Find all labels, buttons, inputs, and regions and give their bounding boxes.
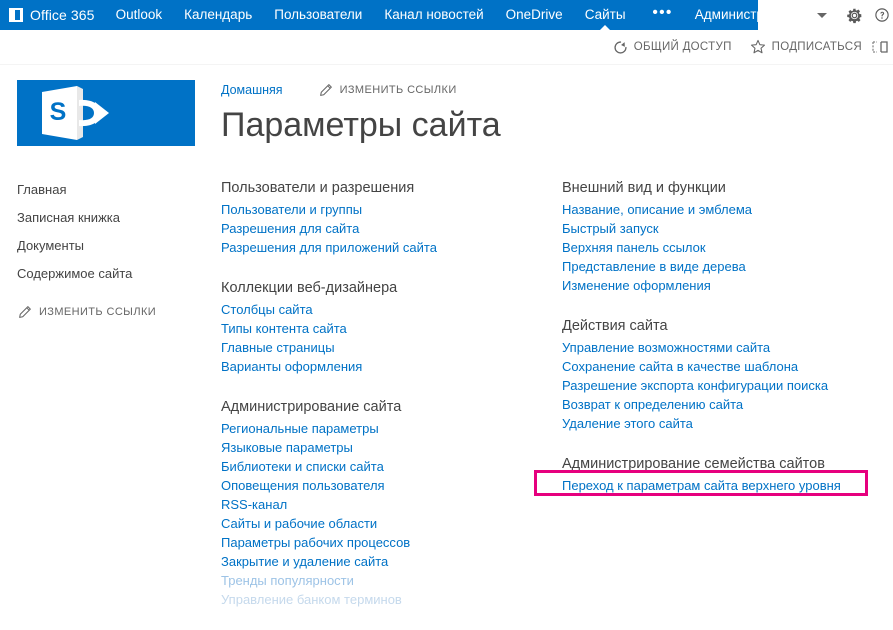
sidebar-edit-links-label: ИЗМЕНИТЬ ССЫЛКИ	[39, 306, 157, 318]
sidebar-item-documents[interactable]: Документы	[0, 231, 205, 259]
settings-link-библиотеки-и-списки-сайта[interactable]: Библиотеки и списки сайта	[221, 457, 541, 476]
caret-down-icon	[798, 11, 809, 17]
settings-column-left: Пользователи и разрешения Пользователи и …	[221, 178, 541, 630]
page-edit-links-label: ИЗМЕНИТЬ ССЫЛКИ	[339, 84, 457, 96]
page-header: Домашняя ИЗМЕНИТЬ ССЫЛКИ Параметры сайта	[221, 80, 501, 169]
settings-link-управление-банком-терминов: Управление банком терминов	[221, 592, 402, 607]
settings-link-название-описание-и-эмблема[interactable]: Название, описание и эмблема	[562, 200, 882, 219]
svg-text:S: S	[50, 98, 67, 126]
settings-group: Администрирование сайта Региональные пара…	[221, 397, 541, 609]
user-menu[interactable]: Администратор	[685, 0, 812, 30]
settings-link-изменение-оформления[interactable]: Изменение оформления	[562, 276, 882, 295]
pencil-icon	[319, 83, 333, 97]
settings-link-переход-к-параметрам-сайта-верхнего-уров[interactable]: Переход к параметрам сайта верхнего уров…	[562, 476, 882, 495]
settings-column-right: Внешний вид и функции Название, описание …	[562, 178, 882, 516]
settings-group: Пользователи и разрешения Пользователи и …	[221, 178, 541, 257]
suite-nav-newsfeed[interactable]: Канал новостей	[373, 0, 494, 30]
suite-nav-more-icon[interactable]: •••	[637, 0, 685, 30]
suite-nav-calendar[interactable]: Календарь	[173, 0, 263, 30]
page-edit-links-button[interactable]: ИЗМЕНИТЬ ССЫЛКИ	[319, 83, 457, 97]
settings-link-тренды-популярности[interactable]: Тренды популярности	[221, 571, 541, 590]
settings-link-типы-контента-сайта[interactable]: Типы контента сайта	[221, 319, 541, 338]
sidebar-edit-links-button[interactable]: ИЗМЕНИТЬ ССЫЛКИ	[0, 287, 205, 319]
sidebar-item-notebook[interactable]: Записная книжка	[0, 203, 205, 231]
settings-link-региональные-параметры[interactable]: Региональные параметры	[221, 419, 541, 438]
settings-link-главные-страницы[interactable]: Главные страницы	[221, 338, 541, 357]
suite-bar: Office 365 Outlook Календарь Пользовател…	[0, 0, 893, 31]
office365-brand[interactable]: Office 365	[0, 0, 105, 30]
settings-link-разрешения-для-сайта[interactable]: Разрешения для сайта	[221, 219, 541, 238]
settings-link-rss-канал[interactable]: RSS-канал	[221, 495, 541, 514]
help-icon[interactable]	[875, 4, 889, 26]
suite-nav-sites[interactable]: Сайты	[574, 0, 637, 31]
settings-link-оповещения-пользователя[interactable]: Оповещения пользователя	[221, 476, 541, 495]
share-button[interactable]: ОБЩИЙ ДОСТУП	[604, 30, 741, 65]
sidebar-item-site-contents[interactable]: Содержимое сайта	[0, 259, 205, 287]
sidebar-item-home[interactable]: Главная	[0, 175, 205, 203]
settings-group: Администрирование семейства сайтов Перехо…	[562, 454, 882, 495]
share-button-label: ОБЩИЙ ДОСТУП	[633, 41, 732, 53]
settings-link-разрешение-экспорта-конфигурации-поиска[interactable]: Разрешение экспорта конфигурации поиска	[562, 376, 882, 395]
left-navigation-list: Главная Записная книжка Документы Содерж…	[0, 175, 205, 319]
settings-group-title: Внешний вид и функции	[562, 180, 726, 196]
settings-link-сохранение-сайта-в-качестве-шаблона[interactable]: Сохранение сайта в качестве шаблона	[562, 357, 882, 376]
office-tile-icon	[9, 8, 23, 22]
suite-nav-people[interactable]: Пользователи	[263, 0, 373, 30]
settings-link-разрешения-для-приложений-сайта[interactable]: Разрешения для приложений сайта	[221, 238, 541, 257]
settings-link-управление-возможностями-сайта[interactable]: Управление возможностями сайта	[562, 338, 882, 357]
settings-link-представление-в-виде-дерева[interactable]: Представление в виде дерева	[562, 257, 882, 276]
page-title: Параметры сайта	[221, 106, 501, 144]
settings-group-title: Администрирование сайта	[221, 399, 402, 415]
left-navigation: S Главная Записная книжка Документы Соде…	[0, 65, 205, 602]
settings-link-быстрый-запуск[interactable]: Быстрый запуск	[562, 219, 882, 238]
suite-nav-onedrive[interactable]: OneDrive	[495, 0, 574, 30]
settings-group-title: Действия сайта	[562, 318, 668, 334]
page-action-bar: ОБЩИЙ ДОСТУП ПОДПИСАТЬСЯ	[0, 30, 893, 65]
settings-link-варианты-оформления[interactable]: Варианты оформления	[221, 357, 541, 376]
settings-link-параметры-рабочих-процессов[interactable]: Параметры рабочих процессов	[221, 533, 541, 552]
gear-icon[interactable]	[843, 4, 865, 26]
follow-button[interactable]: ПОДПИСАТЬСЯ	[741, 30, 871, 65]
settings-group-title: Коллекции веб-дизайнера	[221, 280, 398, 296]
breadcrumb-home-link[interactable]: Домашняя	[221, 83, 283, 97]
suite-bar-blue-region: Office 365 Outlook Календарь Пользовател…	[0, 0, 809, 31]
focus-on-content-icon[interactable]	[871, 30, 893, 65]
user-menu-label: Администратор	[694, 7, 793, 22]
caret-down-icon[interactable]	[817, 12, 827, 18]
settings-link-верхняя-панель-ссылок[interactable]: Верхняя панель ссылок	[562, 238, 882, 257]
settings-link-удаление-этого-сайта[interactable]: Удаление этого сайта	[562, 414, 882, 433]
settings-link-сайты-и-рабочие-области[interactable]: Сайты и рабочие области	[221, 514, 541, 533]
settings-link-возврат-к-определению-сайта[interactable]: Возврат к определению сайта	[562, 395, 882, 414]
follow-button-label: ПОДПИСАТЬСЯ	[771, 41, 862, 53]
settings-group: Внешний вид и функции Название, описание …	[562, 178, 882, 295]
settings-group-title: Пользователи и разрешения	[221, 180, 415, 196]
settings-link-языковые-параметры[interactable]: Языковые параметры	[221, 438, 541, 457]
suite-nav-outlook[interactable]: Outlook	[105, 0, 174, 30]
settings-group: Действия сайта Управление возможностями с…	[562, 316, 882, 433]
office365-brand-label: Office 365	[30, 7, 95, 23]
settings-group-title: Администрирование семейства сайтов	[562, 456, 825, 472]
settings-link-столбцы-сайта[interactable]: Столбцы сайта	[221, 300, 541, 319]
share-icon	[613, 40, 628, 55]
breadcrumb: Домашняя ИЗМЕНИТЬ ССЫЛКИ	[221, 80, 501, 100]
settings-link-пользователи-и-группы[interactable]: Пользователи и группы	[221, 200, 541, 219]
settings-group: Коллекции веб-дизайнера Столбцы сайта Типы…	[221, 278, 541, 376]
sharepoint-logo-icon: S	[17, 80, 195, 146]
pencil-icon	[18, 305, 32, 319]
settings-link-закрытие-и-удаление-сайта[interactable]: Закрытие и удаление сайта	[221, 552, 541, 571]
star-icon	[750, 39, 766, 55]
